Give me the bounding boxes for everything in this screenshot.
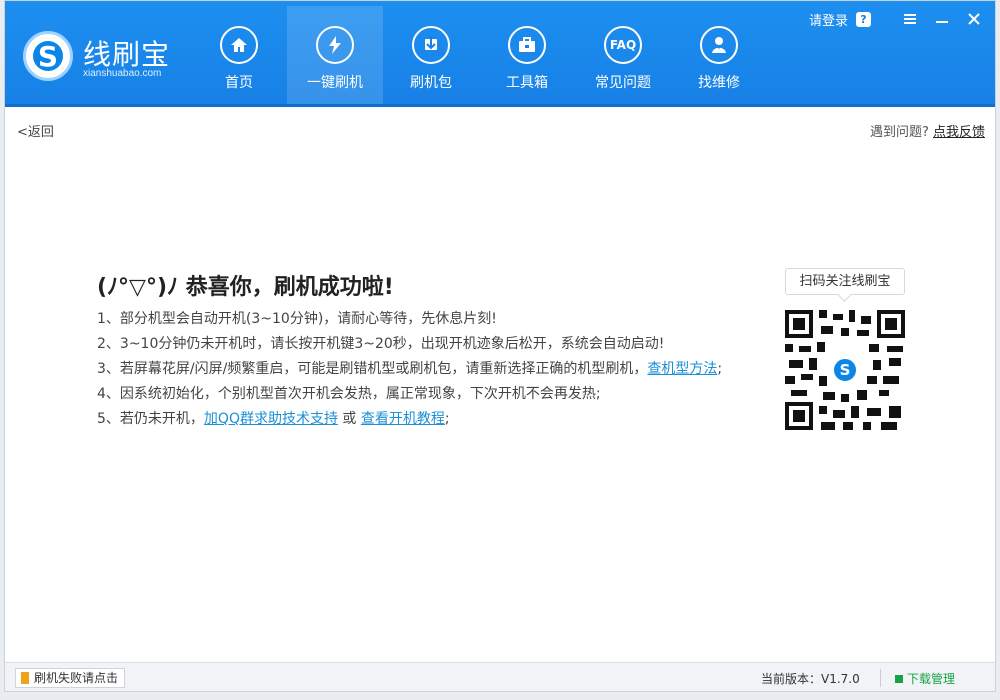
tip-line-1: 1、部分机型会自动开机(3~10分钟)，请耐心等待，先休息片刻! (97, 311, 497, 327)
tip-line-3: 3、若屏幕花屏/闪屏/频繁重启，可能是刷错机型或刷机包，请重新选择正确的机型刷机… (97, 357, 787, 382)
close-icon[interactable] (963, 9, 985, 29)
nav-rom-package-label: 刷机包 (410, 75, 452, 91)
main-nav: 首页 一键刷机 刷机包 工具箱 FAQ 常见问题 找维修 (191, 6, 767, 104)
faq-icon: FAQ (604, 26, 642, 64)
app-title: 线刷宝 (83, 38, 171, 71)
tip-line-5-prefix: 5、若仍未开机， (97, 411, 204, 427)
feedback-area: 遇到问题? 点我反馈 (870, 121, 985, 140)
tip-line-3-text: 3、若屏幕花屏/闪屏/频繁重启，可能是刷错机型或刷机包，请重新选择正确的机型刷机… (97, 361, 648, 377)
tip-line-5-end: ; (444, 411, 450, 427)
success-title: (ﾉ°▽°)ﾉ 恭喜你，刷机成功啦! (97, 275, 394, 300)
package-icon (412, 26, 450, 64)
qq-group-support-link[interactable]: 加QQ群求助技术支持 (204, 411, 338, 427)
status-divider (880, 669, 881, 687)
back-link[interactable]: <返回 (17, 121, 54, 140)
toolbox-icon (508, 26, 546, 64)
nav-faq-label: 常见问题 (595, 75, 651, 91)
status-bar: 刷机失败请点击 当前版本：V1.7.0 下载管理 (5, 662, 995, 691)
app-window: S 线刷宝 xianshuabao.com 首页 一键刷机 刷机包 工具箱 FA… (4, 0, 996, 692)
nav-one-click-flash[interactable]: 一键刷机 (287, 6, 383, 104)
help-icon[interactable]: ? (856, 11, 871, 27)
nav-one-click-flash-label: 一键刷机 (307, 75, 363, 91)
boot-tutorial-link[interactable]: 查看开机教程 (361, 411, 445, 427)
download-manager-button[interactable]: 下载管理 (895, 670, 955, 687)
logo-mark-icon: S (23, 31, 73, 81)
home-icon (220, 26, 258, 64)
tip-line-2: 2、3~10分钟仍未开机时，请长按开机键3~20秒，出现开机迹象后松开，系统会自… (97, 336, 665, 352)
menu-icon[interactable] (899, 9, 921, 29)
qr-code: S (785, 310, 905, 430)
qr-logo-icon: S (831, 356, 859, 384)
lightning-icon (316, 26, 354, 64)
flash-failed-button[interactable]: 刷机失败请点击 (15, 668, 126, 688)
nav-faq[interactable]: FAQ 常见问题 (575, 6, 671, 104)
top-header: S 线刷宝 xianshuabao.com 首页 一键刷机 刷机包 工具箱 FA… (5, 1, 995, 107)
minimize-icon[interactable] (931, 9, 953, 29)
nav-repair-label: 找维修 (698, 75, 740, 91)
app-logo[interactable]: S 线刷宝 xianshuabao.com (23, 31, 193, 85)
nav-toolbox[interactable]: 工具箱 (479, 6, 575, 104)
qr-caption: 扫码关注线刷宝 (785, 268, 905, 295)
tip-line-3-end: ; (717, 361, 723, 377)
app-subtitle: xianshuabao.com (83, 68, 162, 79)
tip-line-4: 4、因系统初始化，个别机型首次开机会发热，属正常现象，下次开机不会再发热; (97, 386, 601, 402)
check-model-method-link[interactable]: 查机型方法 (647, 361, 717, 377)
nav-home[interactable]: 首页 (191, 6, 287, 104)
repair-person-icon (700, 26, 738, 64)
current-version: 当前版本：V1.7.0 (761, 672, 860, 686)
feedback-prefix: 遇到问题? (869, 125, 929, 140)
nav-rom-package[interactable]: 刷机包 (383, 6, 479, 104)
success-message: (ﾉ°▽°)ﾉ 恭喜你，刷机成功啦! 1、部分机型会自动开机(3~10分钟)，请… (97, 269, 787, 432)
login-link[interactable]: 请登录 (809, 10, 848, 29)
nav-repair[interactable]: 找维修 (671, 6, 767, 104)
tip-line-5-mid: 或 (337, 411, 361, 427)
tip-line-5: 5、若仍未开机，加QQ群求助技术支持 或 查看开机教程; (97, 407, 787, 432)
header-divider (5, 104, 995, 107)
nav-toolbox-label: 工具箱 (506, 75, 548, 91)
window-actions: 请登录 ? (809, 9, 985, 29)
nav-home-label: 首页 (225, 75, 253, 91)
feedback-link[interactable]: 点我反馈 (933, 125, 985, 140)
